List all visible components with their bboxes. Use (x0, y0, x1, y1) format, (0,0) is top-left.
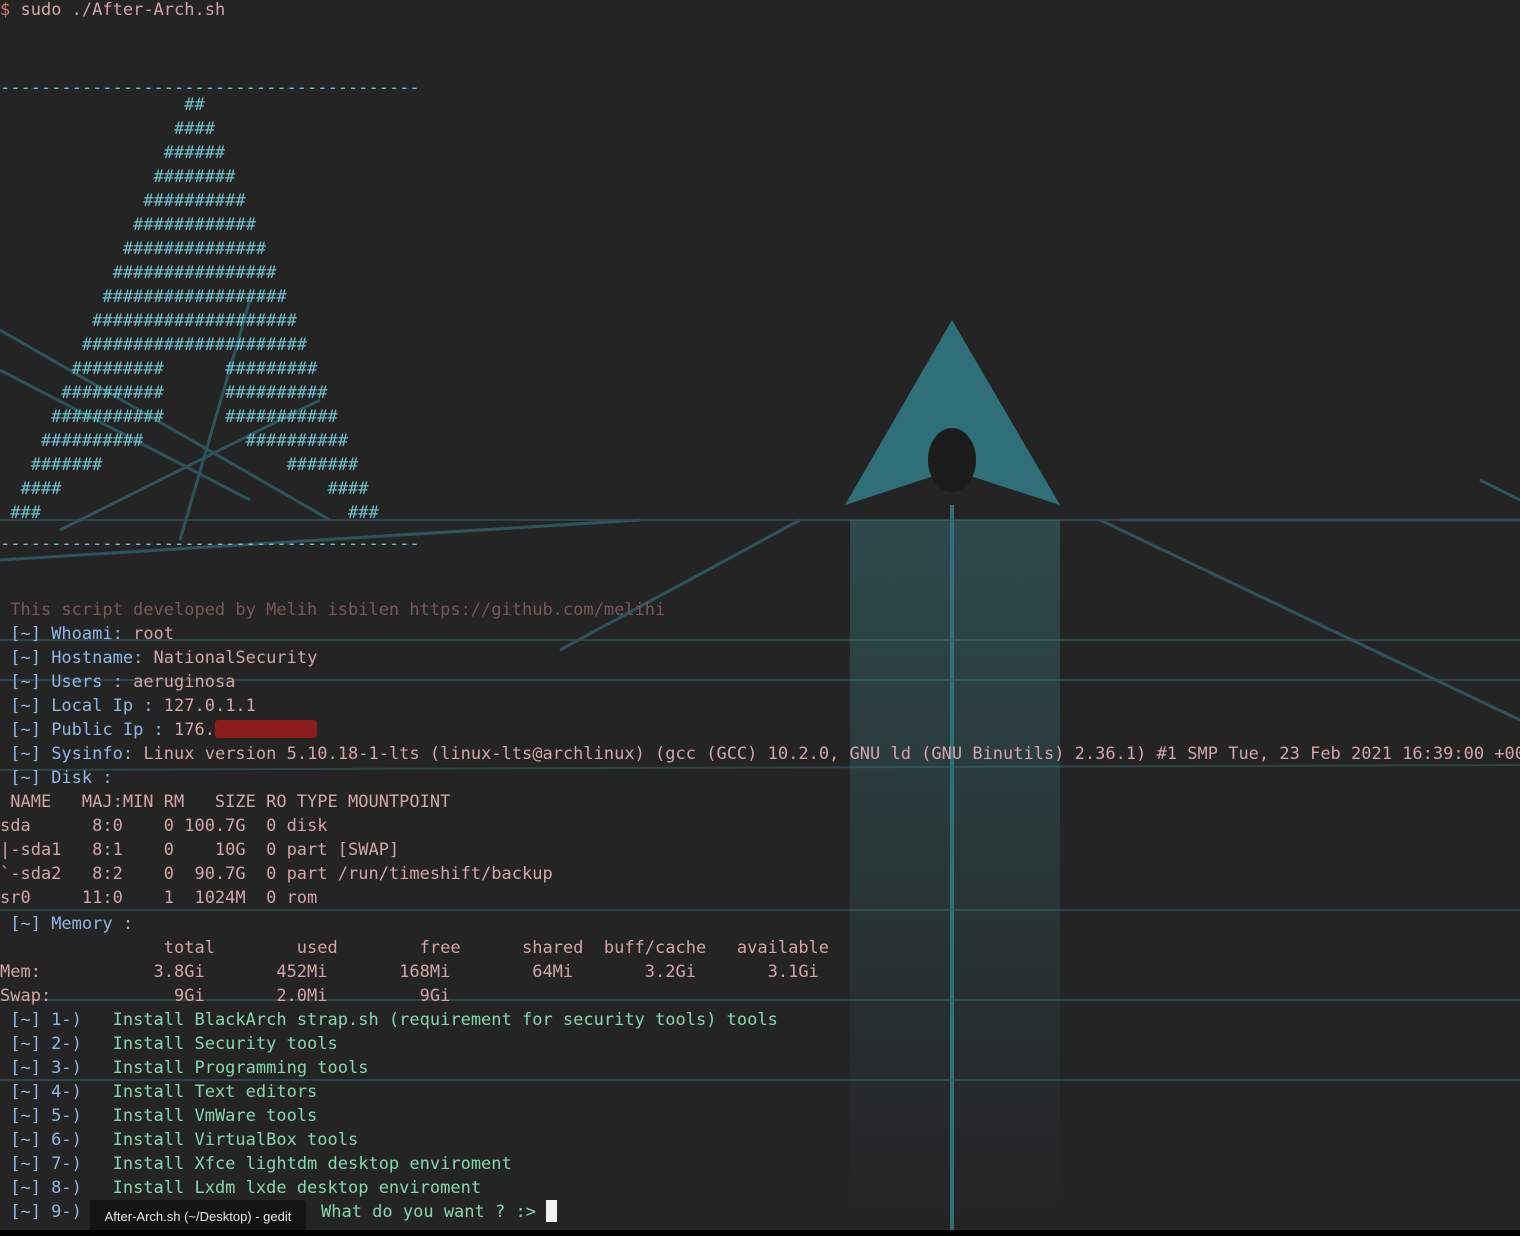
logo-row: ######### ######### (0, 359, 318, 379)
info-line: [~] Sysinfo: Linux version 5.10.18-1-lts… (0, 742, 1520, 766)
menu-item-label: Install BlackArch strap.sh (requirement … (112, 1010, 778, 1030)
info-tag: [~] (0, 624, 52, 644)
menu-item[interactable]: [~] 7-) Install Xfce lightdm desktop env… (0, 1152, 512, 1176)
info-value: 176. (174, 720, 215, 740)
menu-item[interactable]: [~] 4-) Install Text editors (0, 1080, 317, 1104)
shell-prompt: $ (0, 0, 11, 20)
logo-row: ########## ########## (0, 431, 348, 451)
logo-row: ########## (0, 191, 246, 211)
menu-item-number: [~] 1-) (0, 1010, 113, 1030)
logo-row: ######## (0, 167, 236, 187)
menu-item-label: Install Lxdm lxde desktop enviroment (112, 1178, 482, 1198)
input-prompt-line[interactable]: What do you want ? :> (321, 1200, 558, 1224)
info-label: Hostname: (51, 648, 154, 668)
disk-table-row: |-sda1 8:1 0 10G 0 part [SWAP] (0, 840, 400, 860)
menu-item[interactable]: [~] 3-) Install Programming tools (0, 1056, 368, 1080)
logo-row: #################### (0, 311, 297, 331)
logo-row: ###### (0, 143, 226, 163)
logo-row: ## (0, 95, 205, 115)
info-line: [~] Disk : (0, 766, 113, 790)
menu-item-label: Install Programming tools (112, 1058, 369, 1078)
logo-row: #### (0, 119, 215, 139)
memory-table-row: Mem: 3.8Gi 452Mi 168Mi 64Mi 3.2Gi 3.1Gi (0, 962, 819, 982)
logo-row: ###################### (0, 335, 308, 355)
info-value: NationalSecurity (153, 648, 318, 668)
logo-row: ############## (0, 239, 267, 259)
menu-item-number: [~] 4-) (0, 1082, 113, 1102)
menu-item-number: [~] 5-) (0, 1106, 113, 1126)
info-value: 127.0.1.1 (163, 696, 256, 716)
input-prompt: What do you want ? :> (321, 1202, 547, 1222)
info-label: Local Ip : (51, 696, 164, 716)
logo-row: ########### ########### (0, 407, 338, 427)
memory-table-row: Swap: 9Gi 2.0Mi 9Gi (0, 986, 451, 1006)
disk-table-row: sr0 11:0 1 1024M 0 rom (0, 888, 318, 908)
info-tag: [~] (0, 768, 52, 788)
logo-row: ####### ####### (0, 455, 359, 475)
logo-row: #### #### (0, 479, 369, 499)
info-line: [~] Users : aeruginosa (0, 670, 235, 694)
menu-item-label: Install Security tools (112, 1034, 338, 1054)
menu-item[interactable]: [~] 1-) Install BlackArch strap.sh (requ… (0, 1008, 778, 1032)
info-label: Public Ip : (51, 720, 175, 740)
menu-item-label: Install Text editors (112, 1082, 318, 1102)
info-value: root (133, 624, 175, 644)
menu-item[interactable]: [~] 6-) Install VirtualBox tools (0, 1128, 358, 1152)
menu-item-number: [~] 7-) (0, 1154, 113, 1174)
text-cursor[interactable] (546, 1200, 558, 1222)
taskbar-tooltip: After-Arch.sh (~/Desktop) - gedit (90, 1200, 306, 1232)
info-label: Disk : (51, 768, 113, 788)
screen-bottom-edge (0, 1230, 1520, 1236)
divider-bottom: ----------------------------------------… (0, 534, 420, 554)
disk-table-row: `-sda2 8:2 0 90.7G 0 part /run/timeshift… (0, 864, 553, 884)
info-label: Sysinfo: (51, 744, 144, 764)
info-line: [~] Public Ip : 176. (0, 718, 317, 742)
menu-item-number: [~] 3-) (0, 1058, 113, 1078)
memory-table-header: total used free shared buff/cache availa… (0, 938, 830, 958)
menu-item[interactable]: [~] 5-) Install VmWare tools (0, 1104, 317, 1128)
info-tag: [~] (0, 672, 52, 692)
info-value: aeruginosa (133, 672, 236, 692)
menu-item[interactable]: [~] 8-) Install Lxdm lxde desktop enviro… (0, 1176, 481, 1200)
logo-row: ################## (0, 287, 287, 307)
menu-item-label: Install VmWare tools (112, 1106, 318, 1126)
logo-row: ################ (0, 263, 277, 283)
memory-tag: [~] (0, 914, 52, 934)
menu-item[interactable]: [~] 2-) Install Security tools (0, 1032, 338, 1056)
info-line: [~] Whoami: root (0, 622, 174, 646)
logo-row: ### ### (0, 503, 379, 523)
redacted-block (214, 720, 317, 738)
command-text: sudo ./After-Arch.sh (20, 0, 226, 20)
memory-heading: [~] Memory : (0, 912, 133, 936)
logo-row: ############ (0, 215, 256, 235)
menu-item-label: Install VirtualBox tools (112, 1130, 359, 1150)
info-label: Users : (51, 672, 134, 692)
disk-table-row: sda 8:0 0 100.7G 0 disk (0, 816, 328, 836)
credit-line: This script developed by Melih isbilen h… (0, 600, 666, 620)
info-tag: [~] (0, 696, 52, 716)
info-tag: [~] (0, 744, 52, 764)
logo-row: ########## ########## (0, 383, 328, 403)
menu-item-number: [~] 2-) (0, 1034, 113, 1054)
info-line: [~] Hostname: NationalSecurity (0, 646, 317, 670)
info-tag: [~] (0, 648, 52, 668)
info-label: Whoami: (51, 624, 134, 644)
memory-label: Memory : (51, 914, 134, 934)
menu-item-label: Install Xfce lightdm desktop enviroment (112, 1154, 512, 1174)
menu-item-number: [~] 8-) (0, 1178, 113, 1198)
menu-item-number: [~] 6-) (0, 1130, 113, 1150)
info-tag: [~] (0, 720, 52, 740)
info-line: [~] Local Ip : 127.0.1.1 (0, 694, 256, 718)
info-value: Linux version 5.10.18-1-lts (linux-lts@a… (143, 744, 1520, 764)
disk-table-header: NAME MAJ:MIN RM SIZE RO TYPE MOUNTPOINT (0, 792, 451, 812)
command-line: $ sudo ./After-Arch.sh (0, 0, 225, 22)
